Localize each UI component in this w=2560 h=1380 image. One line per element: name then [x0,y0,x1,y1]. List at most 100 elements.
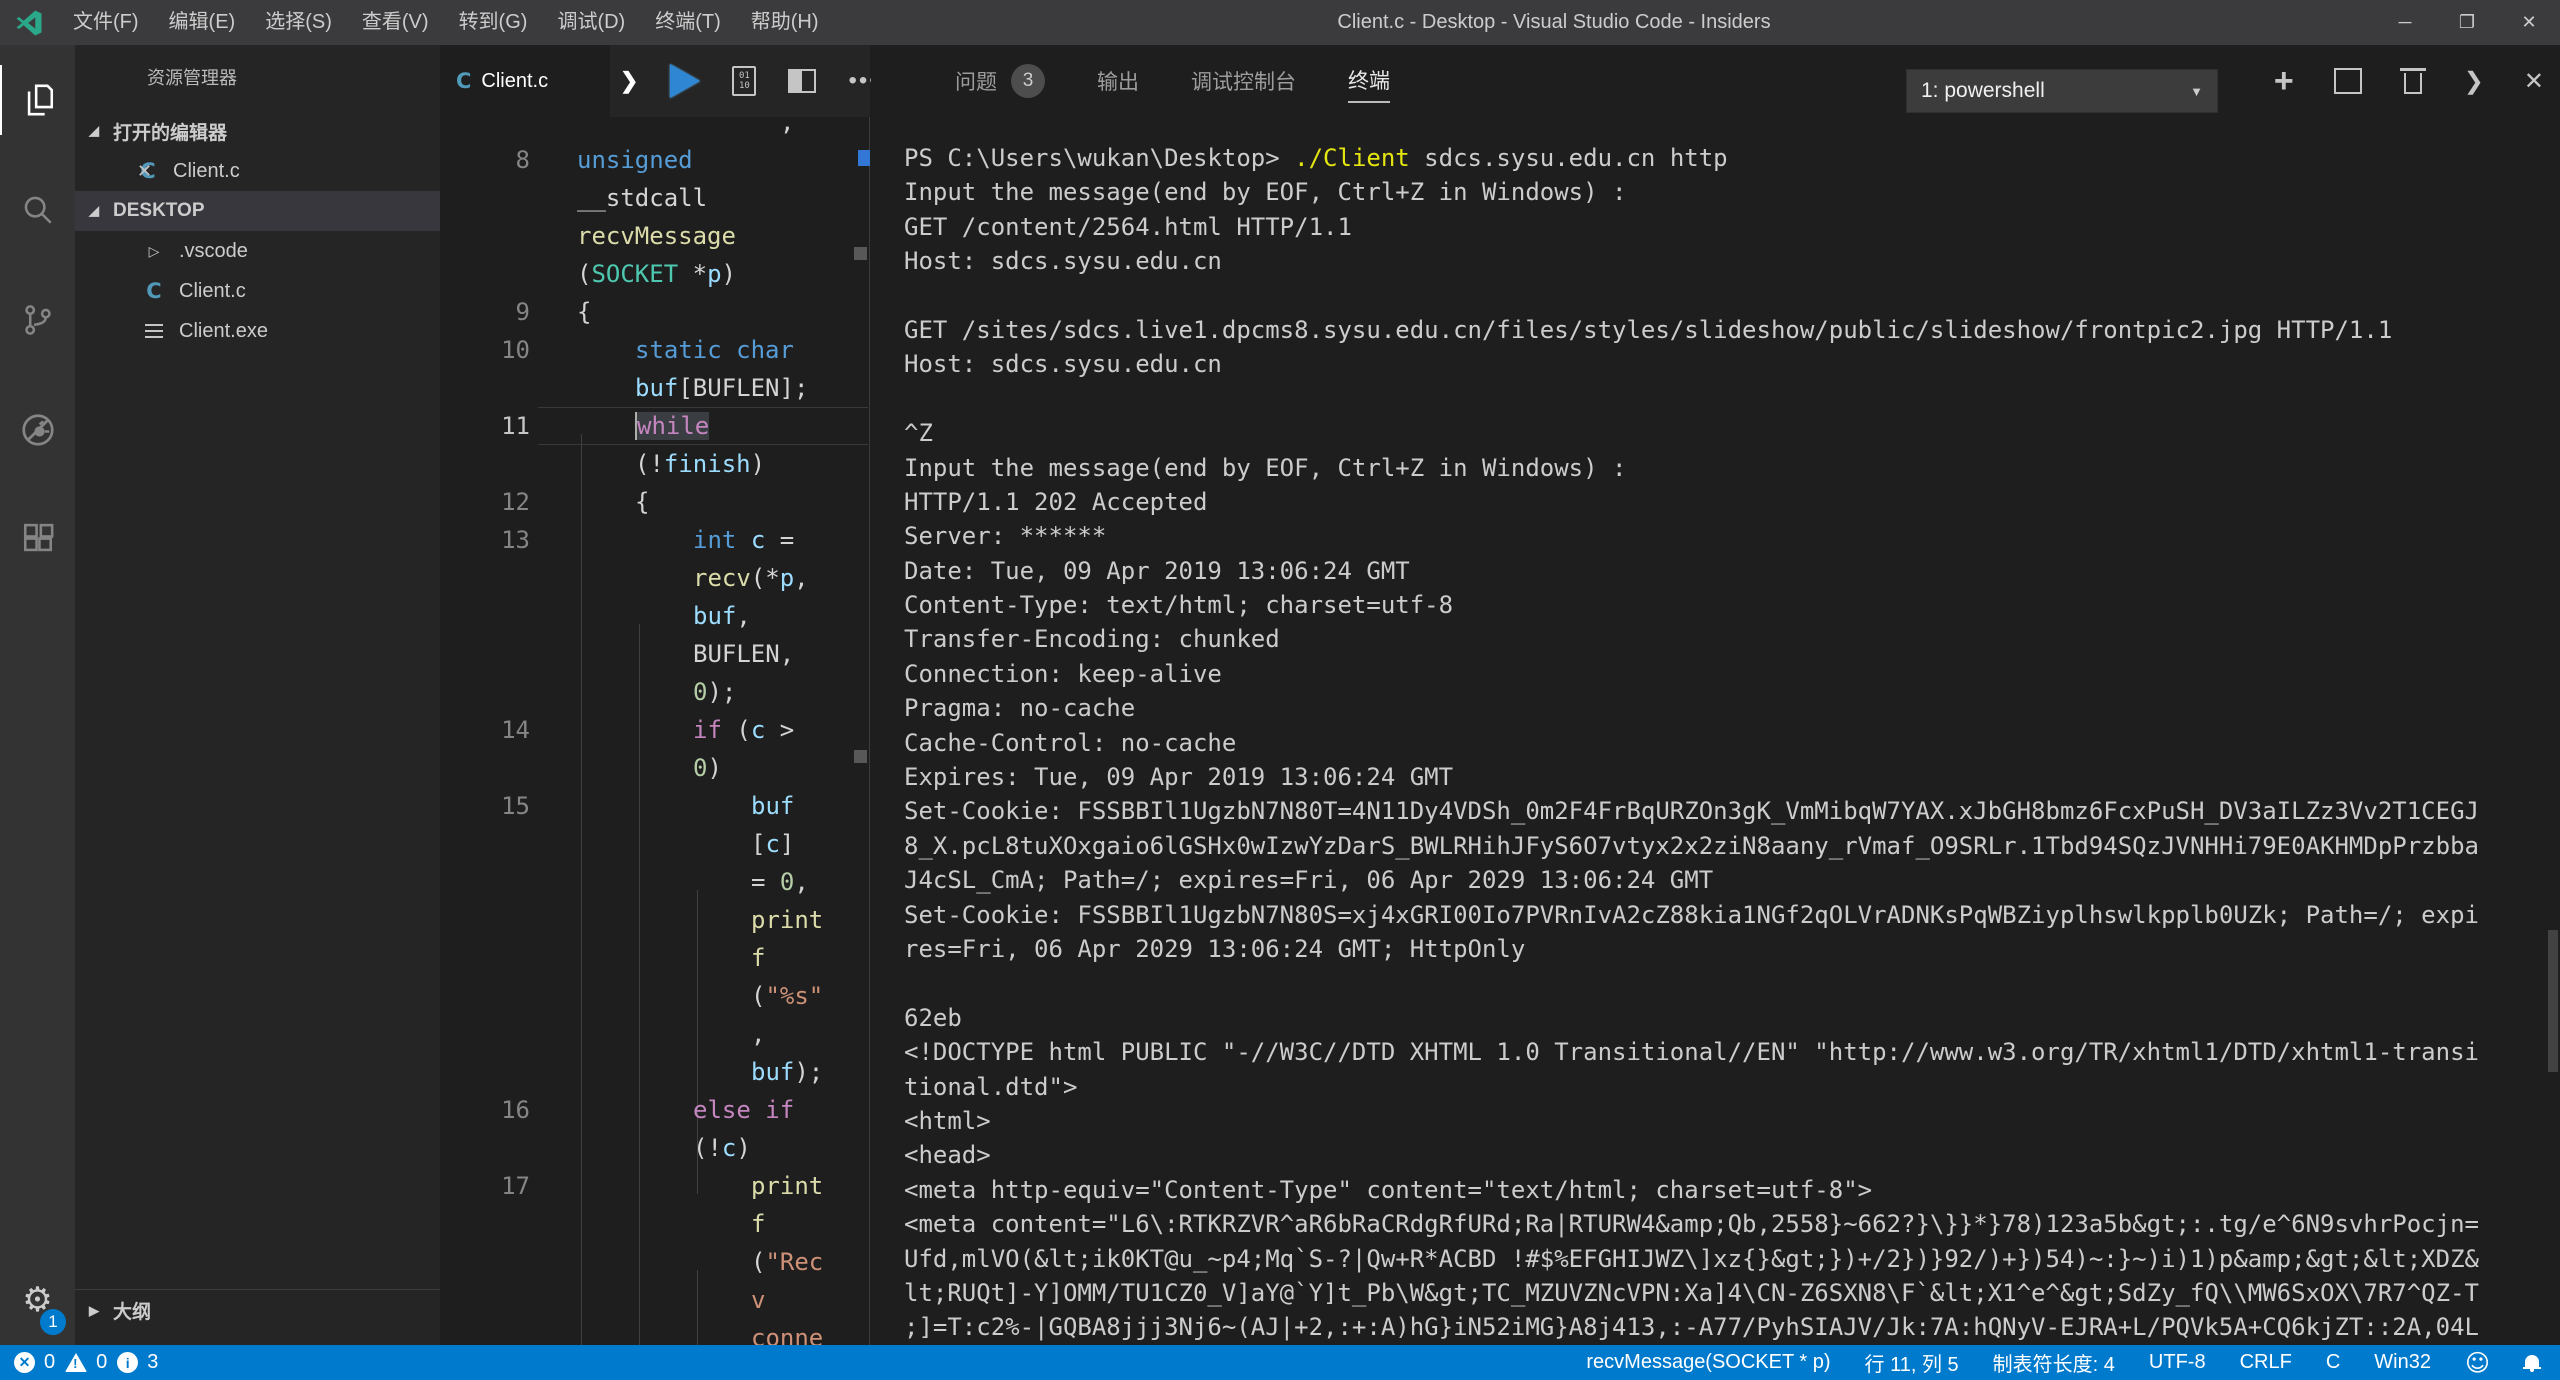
terminal-scrollbar[interactable] [2548,930,2558,1072]
line-number: 8 [440,141,530,179]
c-file-icon: C [456,69,471,93]
menu-item[interactable]: 转到(G) [444,0,543,45]
outline-section[interactable]: ▶ 大纲 [75,1289,440,1331]
split-editor-icon[interactable] [788,69,816,93]
menu-item[interactable]: 终端(T) [640,0,736,45]
terminal-line: Input the message(end by EOF, Ctrl+Z in … [904,175,2544,209]
problems-badge: 3 [1011,64,1045,98]
feedback-smiley-icon[interactable]: ☺ [2465,1349,2490,1377]
extensions-icon[interactable] [0,505,75,575]
window-controls: ─ ❐ ✕ [2374,0,2560,45]
maximize-panel-icon[interactable]: ❯ [2464,67,2484,96]
file-label: Client.c [173,160,240,183]
status-bar: ✕00i3 recvMessage(SOCKET * p) 行 11, 列 5 制表… [0,1345,2560,1380]
restore-button[interactable]: ❐ [2436,0,2498,45]
line-number: 15 [440,787,530,825]
close-button[interactable]: ✕ [2498,0,2560,45]
source-control-icon[interactable] [0,285,75,355]
split-terminal-icon[interactable] [2334,68,2362,94]
scrollbar-handle[interactable] [854,247,867,260]
line-number: 10 [440,331,530,369]
tab-size[interactable]: 制表符长度: 4 [1993,1348,2115,1377]
language-mode[interactable]: C [2326,1351,2340,1374]
platform[interactable]: Win32 [2374,1351,2431,1374]
terminal-line [904,382,2544,416]
symbol-status[interactable]: recvMessage(SOCKET * p) [1586,1351,1830,1374]
panel-tab-输出[interactable]: 输出 [1097,45,1139,117]
chevron-expanded-icon: ◢ [89,203,99,219]
terminal-panel: 问题 3 输出调试控制台终端 1: powershell ▼ + ❯ ✕ PS C:… [871,45,2560,1345]
terminal-line: Connection: keep-alive [904,657,2544,691]
panel-tab-问题[interactable]: 问题 3 [955,45,1045,117]
folder-section[interactable]: ◢ DESKTOP [75,191,440,231]
panel-tab-调试控制台[interactable]: 调试控制台 [1191,45,1296,117]
cursor-position[interactable]: 行 11, 列 5 [1865,1348,1959,1377]
line-number: 16 [440,1091,530,1129]
terminal-line: J4cSL_CmA; Path=/; expires=Fri, 06 Apr 2… [904,863,2544,897]
code-line: buf[BUFLEN]; [440,369,870,407]
chevron-expanded-icon: ◢ [89,123,99,139]
notifications-bell-icon[interactable] [2524,1355,2540,1371]
menu-item[interactable]: 帮助(H) [736,0,834,45]
scrollbar-handle[interactable] [854,750,867,763]
menu-item[interactable]: 编辑(E) [154,0,251,45]
search-icon[interactable] [0,175,75,245]
binary-file-icon[interactable]: 0110 [732,66,756,96]
terminal-line: <head> [904,1138,2544,1172]
new-terminal-icon[interactable]: + [2274,62,2294,101]
menu-item[interactable]: 调试(D) [542,0,640,45]
terminal-line: PS C:\Users\wukan\Desktop> ./Client sdcs… [904,141,2544,175]
tab-client-c[interactable]: C Client.c [440,45,610,117]
close-icon[interactable]: ✕ [137,161,152,182]
minimize-button[interactable]: ─ [2374,0,2436,45]
terminal-line [904,966,2544,1000]
terminal-line: ;]=T:c2%-|GQBA8jjj3Nj6~(AJ|+2,:+:A)hG}iN… [904,1310,2544,1344]
code-line: BUFLEN, [440,635,870,673]
terminal-output[interactable]: PS C:\Users\wukan\Desktop> ./Client sdcs… [904,117,2544,1345]
code-line: f [440,1205,870,1243]
code-line: f [440,939,870,977]
explorer-icon[interactable] [0,65,75,135]
activity-bar: ⚙ 1 [0,45,75,1345]
line-number: 12 [440,483,530,521]
eol[interactable]: CRLF [2240,1351,2292,1374]
code-line: 17print [440,1167,870,1205]
code-line: 16else if [440,1091,870,1129]
debug-icon[interactable] [0,395,75,465]
panel-tab-label: 问题 [955,60,997,102]
terminal-line: Pragma: no-cache [904,691,2544,725]
menu-item[interactable]: 查看(V) [347,0,444,45]
code-line: 12{ [440,483,870,521]
open-editors-section[interactable]: ◢ 打开的编辑器 [75,111,440,151]
terminal-select[interactable]: 1: powershell ▼ [1906,69,2218,113]
panel-header: 问题 3 输出调试控制台终端 1: powershell ▼ + ❯ ✕ [871,45,2560,117]
editor-tab-bar: C Client.c ❯ 0110 ••• [440,45,870,117]
chevron-down-icon: ▼ [2190,84,2203,99]
kill-terminal-icon[interactable] [2402,68,2424,94]
terminal-line: Host: sdcs.sysu.edu.cn [904,347,2544,381]
file-label: Client.exe [179,320,268,343]
info-status: i3 [117,1351,158,1374]
encoding[interactable]: UTF-8 [2149,1351,2206,1374]
open-editor-item[interactable]: ✕CClient.c [75,151,440,191]
panel-tab-终端[interactable]: 终端 [1348,45,1390,117]
title-bar: 文件(F)编辑(E)选择(S)查看(V)转到(G)调试(D)终端(T)帮助(H)… [0,0,2560,45]
list-item[interactable]: ▷.vscode [75,231,440,271]
menu-item[interactable]: 选择(S) [250,0,347,45]
terminal-line: Host: sdcs.sysu.edu.cn [904,244,2544,278]
code-editor[interactable]: ,8unsigned__stdcallrecvMessage(SOCKET *p… [440,117,870,1345]
terminal-line: Ufd,mlVO(&lt;ik0KT@u_~p4;Mq`S-?|Qw+R*ACB… [904,1242,2544,1276]
close-panel-icon[interactable]: ✕ [2524,67,2544,96]
error-icon: ✕ [14,1352,35,1373]
list-item[interactable]: CClient.c [75,271,440,311]
terminal-line: Transfer-Encoding: chunked [904,622,2544,656]
terminal-line: GET /content/2564.html HTTP/1.1 [904,210,2544,244]
run-code-icon[interactable] [670,64,700,98]
list-item[interactable]: Client.exe [75,311,440,351]
code-line: (!finish) [440,445,870,483]
terminal-line: Input the message(end by EOF, Ctrl+Z in … [904,451,2544,485]
menu-item[interactable]: 文件(F) [58,0,154,45]
terminal-line: HTTP/1.1 202 Accepted [904,485,2544,519]
problems-status[interactable]: ✕00i3 [0,1351,158,1374]
info-icon: i [117,1352,138,1373]
